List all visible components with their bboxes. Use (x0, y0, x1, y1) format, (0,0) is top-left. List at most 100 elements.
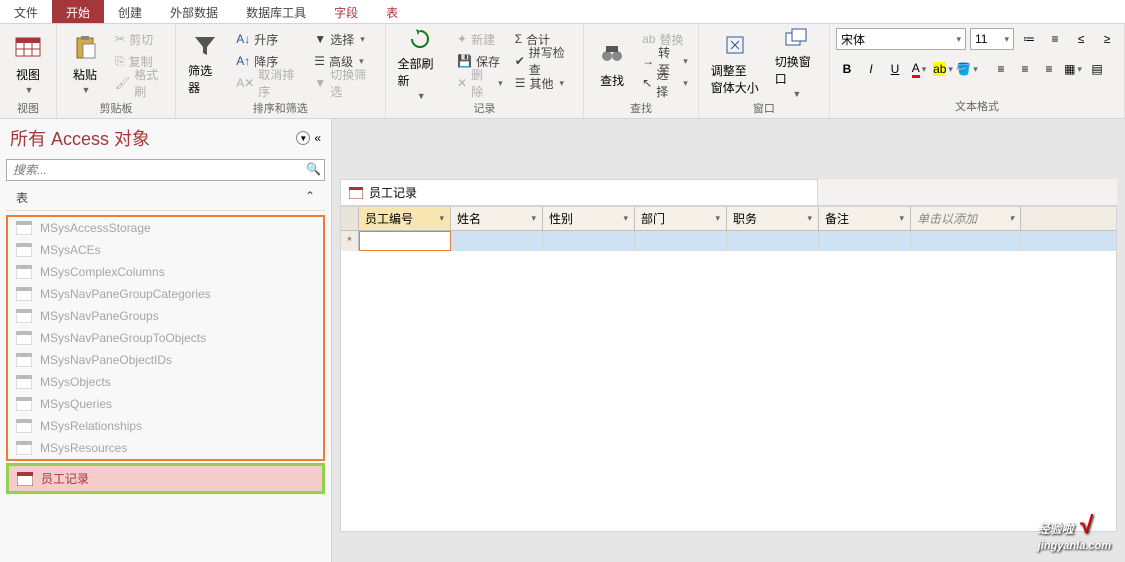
group-textformat: 宋体▾ 11▾ ≔ ≡ ≤ ≥ B I U A▾ ab▾ 🪣▾ ≡ ≡ ≡ ▦▾… (830, 24, 1125, 118)
find-button[interactable]: 查找 (590, 28, 634, 98)
column-dropdown-icon[interactable]: ▾ (439, 213, 444, 224)
column-dropdown-icon[interactable]: ▾ (623, 213, 628, 224)
tab-external[interactable]: 外部数据 (156, 0, 232, 23)
nav-item[interactable]: MSysNavPaneObjectIDs (8, 349, 323, 371)
more-records-button[interactable]: ☰其他▾ (511, 72, 577, 94)
tab-dbtools[interactable]: 数据库工具 (232, 0, 320, 23)
fontsize-select[interactable]: 11▾ (970, 28, 1014, 50)
fontcolor-button[interactable]: A▾ (908, 58, 930, 80)
tab-file[interactable]: 文件 (0, 0, 52, 23)
datasheet-body[interactable] (341, 251, 1116, 531)
column-header[interactable]: 姓名▾ (451, 207, 543, 230)
delete-record-button[interactable]: ✕删除▾ (453, 72, 507, 94)
new-record-button[interactable]: ✦新建 (453, 28, 507, 50)
column-header[interactable]: 备注▾ (819, 207, 911, 230)
switch-label: 切换窗口 (775, 53, 817, 87)
sort-asc-button[interactable]: A↓升序 (232, 28, 306, 50)
column-header[interactable]: 职务▾ (727, 207, 819, 230)
object-tab[interactable]: 员工记录 (340, 179, 818, 205)
column-header[interactable]: 部门▾ (635, 207, 727, 230)
search-icon[interactable]: 🔍 (306, 162, 321, 176)
nav-item[interactable]: MSysRelationships (8, 415, 323, 437)
bold-button[interactable]: B (836, 58, 858, 80)
nav-item[interactable]: MSysACEs (8, 239, 323, 261)
gridlines-button[interactable]: ▦▾ (1062, 58, 1084, 80)
tab-fields[interactable]: 字段 (320, 0, 372, 23)
select-button[interactable]: ↖选择▾ (638, 72, 692, 94)
cell[interactable] (543, 231, 635, 251)
clear-sort-button[interactable]: A✕取消排序 (232, 72, 306, 94)
toggle-filter-button[interactable]: ▼切换筛选 (310, 72, 378, 94)
cell[interactable] (911, 231, 1021, 251)
group-textformat-label: 文本格式 (836, 96, 1118, 114)
align-left-button[interactable]: ≡ (990, 58, 1012, 80)
highlight-button[interactable]: ab▾ (932, 58, 954, 80)
underline-button[interactable]: U (884, 58, 906, 80)
align-right-button[interactable]: ≡ (1038, 58, 1060, 80)
format-painter-button[interactable]: 🖌格式刷 (111, 72, 169, 94)
numbering-button[interactable]: ≡ (1044, 28, 1066, 50)
new-record-row[interactable]: * (341, 231, 1116, 251)
group-sortfilter: 筛选器 A↓升序 A↑降序 A✕取消排序 ▼选择▾ ☰高级▾ ▼切换筛选 排序和… (176, 24, 385, 118)
column-header[interactable]: 员工编号▾ (359, 207, 451, 230)
fit-window-button[interactable]: 调整至 窗体大小 (705, 28, 765, 98)
cell[interactable] (819, 231, 911, 251)
cell[interactable] (727, 231, 819, 251)
tab-home[interactable]: 开始 (52, 0, 104, 23)
tab-create[interactable]: 创建 (104, 0, 156, 23)
group-window-label: 窗口 (705, 98, 823, 116)
bullets-button[interactable]: ≔ (1018, 28, 1040, 50)
font-select[interactable]: 宋体▾ (836, 28, 966, 50)
nav-item[interactable]: MSysResources (8, 437, 323, 459)
table-icon (16, 331, 32, 345)
add-column[interactable]: 单击以添加▾ (911, 207, 1021, 230)
nav-item[interactable]: MSysAccessStorage (8, 217, 323, 239)
active-cell[interactable] (359, 231, 451, 251)
altcolor-button[interactable]: ▤ (1086, 58, 1108, 80)
row-selector[interactable]: * (341, 231, 359, 251)
cell[interactable] (635, 231, 727, 251)
column-dropdown-icon[interactable]: ▾ (715, 213, 720, 224)
italic-button[interactable]: I (860, 58, 882, 80)
table-icon (16, 353, 32, 367)
tab-table[interactable]: 表 (372, 0, 412, 23)
nav-item[interactable]: MSysQueries (8, 393, 323, 415)
refresh-button[interactable]: 全部刷新 ▼ (392, 28, 450, 98)
align-center-button[interactable]: ≡ (1014, 58, 1036, 80)
select-all-corner[interactable] (341, 207, 359, 230)
nav-item[interactable]: MSysNavPaneGroups (8, 305, 323, 327)
column-dropdown-icon[interactable]: ▾ (899, 213, 904, 224)
column-header[interactable]: 性别▾ (543, 207, 635, 230)
indent-dec-button[interactable]: ≤ (1070, 28, 1092, 50)
selection-filter-button[interactable]: ▼选择▾ (310, 28, 378, 50)
paste-button[interactable]: 粘贴 ▼ (63, 28, 107, 98)
nav-collapse-icon[interactable]: « (314, 131, 321, 145)
new-icon: ✦ (457, 32, 467, 46)
cursor-icon: ↖ (642, 76, 652, 90)
nav-item[interactable]: MSysComplexColumns (8, 261, 323, 283)
nav-section-header[interactable]: 表 ⌃ (6, 185, 325, 211)
switch-window-button[interactable]: 切换窗口 ▼ (769, 28, 823, 98)
column-dropdown-icon[interactable]: ▾ (807, 213, 812, 224)
cut-button[interactable]: ✂剪切 (111, 28, 169, 50)
nav-dropdown-icon[interactable]: ▼ (296, 131, 310, 145)
nav-item[interactable]: MSysNavPaneGroupCategories (8, 283, 323, 305)
search-input[interactable] (6, 159, 325, 181)
underline-icon: U (891, 62, 900, 76)
sort-asc-icon: A↓ (236, 32, 250, 46)
nav-item[interactable]: MSysNavPaneGroupToObjects (8, 327, 323, 349)
view-button[interactable]: 视图 ▼ (6, 28, 50, 98)
fillcolor-button[interactable]: 🪣▾ (956, 58, 978, 80)
datasheet: 员工编号▾姓名▾性别▾部门▾职务▾备注▾ 单击以添加▾ * (340, 206, 1117, 532)
nav-item-selected[interactable]: 员工记录 (9, 466, 322, 491)
filter-button[interactable]: 筛选器 (182, 28, 228, 98)
group-records-label: 记录 (392, 98, 578, 116)
nav-item[interactable]: MSysObjects (8, 371, 323, 393)
cell[interactable] (451, 231, 543, 251)
spelling-button[interactable]: ✔拼写检查 (511, 50, 577, 72)
column-dropdown-icon[interactable]: ▾ (531, 213, 536, 224)
fit-label: 调整至 窗体大小 (711, 62, 759, 96)
indent-inc-button[interactable]: ≥ (1096, 28, 1118, 50)
switch-window-icon (780, 27, 812, 51)
dropdown-arrow-icon: ▼ (25, 85, 34, 95)
